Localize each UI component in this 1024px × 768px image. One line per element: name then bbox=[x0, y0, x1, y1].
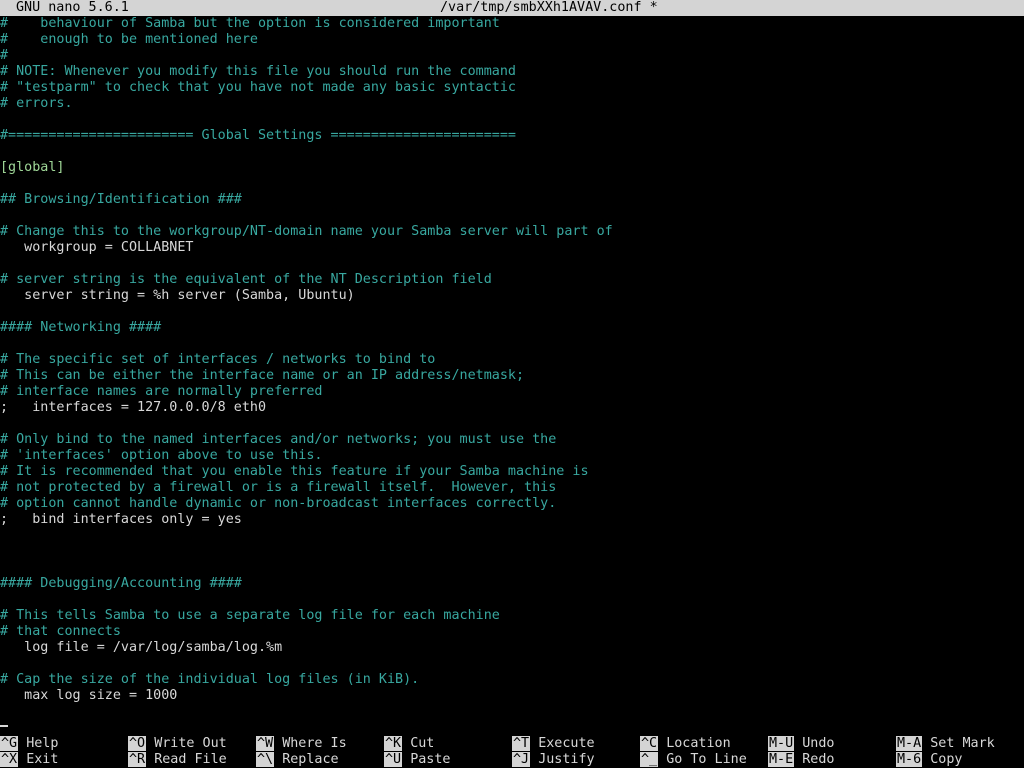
editor-text-area[interactable]: # behaviour of Samba but the option is c… bbox=[0, 16, 1024, 720]
shortcut-paste[interactable]: ^U Paste bbox=[384, 752, 451, 768]
shortcut-label: Location bbox=[666, 736, 731, 751]
shortcut-label: Help bbox=[26, 736, 59, 751]
editor-line[interactable]: # enough to be mentioned here bbox=[0, 32, 1024, 48]
shortcut-key: ^G bbox=[0, 736, 19, 751]
title-bar: GNU nano 5.6.1 /var/tmp/smbXXh1AVAV.conf… bbox=[0, 0, 1024, 16]
shortcut-label: Copy bbox=[930, 752, 963, 767]
shortcut-label: Justify bbox=[538, 752, 595, 767]
shortcut-label: Replace bbox=[282, 752, 339, 767]
editor-line[interactable] bbox=[0, 416, 1024, 432]
shortcut-key: ^\ bbox=[256, 752, 275, 767]
shortcut-key: ^W bbox=[256, 736, 275, 751]
shortcut-key: ^C bbox=[640, 736, 659, 751]
shortcut-label: Exit bbox=[26, 752, 59, 767]
editor-line[interactable]: # The specific set of interfaces / netwo… bbox=[0, 352, 1024, 368]
shortcut-exit[interactable]: ^X Exit bbox=[0, 752, 58, 768]
shortcut-label: Where Is bbox=[282, 736, 347, 751]
shortcut-key: ^U bbox=[384, 752, 403, 767]
editor-line[interactable]: #======================= Global Settings… bbox=[0, 128, 1024, 144]
editor-line[interactable]: server string = %h server (Samba, Ubuntu… bbox=[0, 288, 1024, 304]
shortcut-justify[interactable]: ^J Justify bbox=[512, 752, 595, 768]
editor-line[interactable]: # NOTE: Whenever you modify this file yo… bbox=[0, 64, 1024, 80]
shortcut-key: M-A bbox=[896, 736, 923, 751]
shortcut-key: M-U bbox=[768, 736, 795, 751]
shortcut-label: Write Out bbox=[154, 736, 227, 751]
shortcut-key: ^O bbox=[128, 736, 147, 751]
shortcut-label: Cut bbox=[410, 736, 435, 751]
editor-line[interactable]: #### Debugging/Accounting #### bbox=[0, 576, 1024, 592]
file-path: /var/tmp/smbXXh1AVAV.conf * bbox=[440, 0, 658, 15]
editor-line[interactable]: # Cap the size of the individual log fil… bbox=[0, 672, 1024, 688]
cursor-caret bbox=[0, 725, 8, 727]
shortcut-key: ^T bbox=[512, 736, 531, 751]
editor-line[interactable] bbox=[0, 112, 1024, 128]
editor-line[interactable]: max log size = 1000 bbox=[0, 688, 1024, 704]
shortcut-read-file[interactable]: ^R Read File bbox=[128, 752, 227, 768]
editor-line[interactable]: # errors. bbox=[0, 96, 1024, 112]
shortcut-key: M-6 bbox=[896, 752, 923, 767]
editor-line[interactable]: workgroup = COLLABNET bbox=[0, 240, 1024, 256]
shortcut-go-to-line[interactable]: ^_ Go To Line bbox=[640, 752, 747, 768]
shortcut-set-mark[interactable]: M-A Set Mark bbox=[896, 736, 995, 752]
editor-line[interactable]: # It is recommended that you enable this… bbox=[0, 464, 1024, 480]
shortcut-key: ^X bbox=[0, 752, 19, 767]
shortcut-key: ^_ bbox=[640, 752, 659, 767]
shortcut-label: Go To Line bbox=[666, 752, 747, 767]
shortcut-write-out[interactable]: ^O Write Out bbox=[128, 736, 227, 752]
editor-line[interactable] bbox=[0, 208, 1024, 224]
editor-line[interactable]: ## Browsing/Identification ### bbox=[0, 192, 1024, 208]
shortcut-replace[interactable]: ^\ Replace bbox=[256, 752, 339, 768]
editor-line[interactable]: # Only bind to the named interfaces and/… bbox=[0, 432, 1024, 448]
shortcut-key: ^J bbox=[512, 752, 531, 767]
editor-line[interactable] bbox=[0, 528, 1024, 544]
shortcut-label: Set Mark bbox=[930, 736, 995, 751]
editor-line[interactable]: ; bind interfaces only = yes bbox=[0, 512, 1024, 528]
shortcut-bar: ^G Help ^X Exit ^O Write Out ^R Read File ^W… bbox=[0, 736, 1024, 768]
editor-line[interactable]: ; interfaces = 127.0.0.0/8 eth0 bbox=[0, 400, 1024, 416]
shortcut-where-is[interactable]: ^W Where Is bbox=[256, 736, 347, 752]
editor-line[interactable]: # not protected by a firewall or is a fi… bbox=[0, 480, 1024, 496]
text-cursor bbox=[0, 712, 10, 728]
editor-line[interactable] bbox=[0, 304, 1024, 320]
shortcut-key: ^R bbox=[128, 752, 147, 767]
editor-line[interactable]: # This tells Samba to use a separate log… bbox=[0, 608, 1024, 624]
editor-line[interactable] bbox=[0, 256, 1024, 272]
editor-line[interactable]: # that connects bbox=[0, 624, 1024, 640]
editor-line[interactable]: # This can be either the interface name … bbox=[0, 368, 1024, 384]
shortcut-undo[interactable]: M-U Undo bbox=[768, 736, 835, 752]
editor-line[interactable] bbox=[0, 544, 1024, 560]
editor-line[interactable]: # Change this to the workgroup/NT-domain… bbox=[0, 224, 1024, 240]
editor-line[interactable]: #### Networking #### bbox=[0, 320, 1024, 336]
app-name: GNU nano 5.6.1 bbox=[16, 0, 129, 15]
shortcut-redo[interactable]: M-E Redo bbox=[768, 752, 835, 768]
shortcut-copy[interactable]: M-6 Copy bbox=[896, 752, 963, 768]
editor-line[interactable] bbox=[0, 560, 1024, 576]
editor-line[interactable]: # bbox=[0, 48, 1024, 64]
editor-line[interactable]: # behaviour of Samba but the option is c… bbox=[0, 16, 1024, 32]
shortcut-label: Read File bbox=[154, 752, 227, 767]
editor-line[interactable] bbox=[0, 592, 1024, 608]
shortcut-execute[interactable]: ^T Execute bbox=[512, 736, 595, 752]
editor-line[interactable]: # 'interfaces' option above to use this. bbox=[0, 448, 1024, 464]
shortcut-location[interactable]: ^C Location bbox=[640, 736, 731, 752]
shortcut-help[interactable]: ^G Help bbox=[0, 736, 58, 752]
shortcut-key: ^K bbox=[384, 736, 403, 751]
shortcut-label: Redo bbox=[802, 752, 835, 767]
editor-line[interactable]: # option cannot handle dynamic or non-br… bbox=[0, 496, 1024, 512]
shortcut-label: Execute bbox=[538, 736, 595, 751]
editor-line[interactable] bbox=[0, 144, 1024, 160]
shortcut-cut[interactable]: ^K Cut bbox=[384, 736, 434, 752]
editor-line[interactable] bbox=[0, 336, 1024, 352]
editor-line[interactable]: log file = /var/log/samba/log.%m bbox=[0, 640, 1024, 656]
editor-line[interactable]: # server string is the equivalent of the… bbox=[0, 272, 1024, 288]
editor-line[interactable]: [global] bbox=[0, 160, 1024, 176]
shortcut-label: Paste bbox=[410, 752, 451, 767]
editor-line[interactable] bbox=[0, 176, 1024, 192]
editor-line[interactable]: # interface names are normally preferred bbox=[0, 384, 1024, 400]
editor-line[interactable] bbox=[0, 656, 1024, 672]
shortcut-label: Undo bbox=[802, 736, 835, 751]
editor-line[interactable]: # "testparm" to check that you have not … bbox=[0, 80, 1024, 96]
shortcut-key: M-E bbox=[768, 752, 795, 767]
